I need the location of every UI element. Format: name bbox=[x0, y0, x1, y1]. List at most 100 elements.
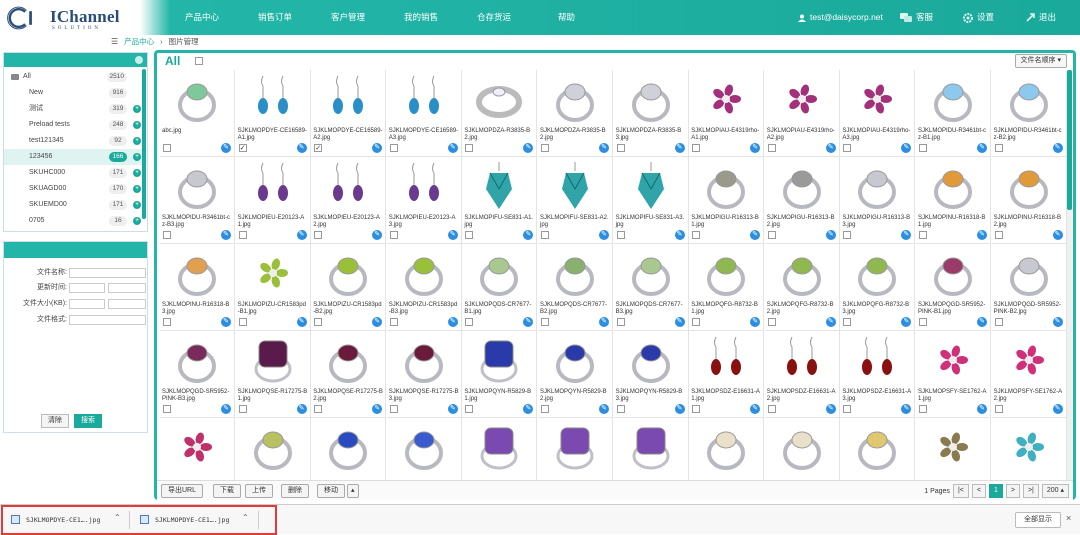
image-checkbox[interactable] bbox=[465, 144, 474, 152]
image-checkbox[interactable] bbox=[238, 318, 247, 326]
image-tile[interactable] bbox=[235, 418, 311, 480]
image-checkbox[interactable] bbox=[616, 231, 625, 239]
image-tile[interactable]: abc.jpg ✎ bbox=[160, 70, 235, 157]
image-checkbox[interactable] bbox=[465, 405, 474, 413]
move-button[interactable]: 移动 bbox=[317, 484, 345, 498]
clear-button[interactable]: 清除 bbox=[41, 414, 69, 428]
image-checkbox[interactable] bbox=[541, 405, 549, 413]
image-checkbox[interactable] bbox=[238, 231, 247, 239]
image-checkbox[interactable] bbox=[919, 318, 927, 326]
edit-icon[interactable]: ✎ bbox=[296, 404, 307, 414]
add-subfolder-icon[interactable]: + bbox=[133, 121, 141, 129]
image-tile[interactable]: SJKLMOPIDU-R3461bt-cz-B2.jpg ✎ bbox=[991, 70, 1067, 157]
edit-icon[interactable]: ✎ bbox=[1052, 143, 1063, 153]
edit-icon[interactable]: ✎ bbox=[977, 143, 987, 153]
update-time-to-input[interactable] bbox=[108, 283, 146, 293]
edit-icon[interactable]: ✎ bbox=[372, 404, 383, 414]
logout-button[interactable]: 退出 bbox=[1026, 0, 1056, 35]
edit-icon[interactable]: ✎ bbox=[296, 230, 307, 240]
download-item[interactable]: SJKLMOPDYE-CE1….jpg bbox=[26, 512, 100, 528]
image-tile[interactable]: SJKLMOPSFY-SE1762-A1.jpg ✎ bbox=[916, 331, 991, 418]
image-tile[interactable]: SJKLMOPQDS-CR7677-B1.jpg ✎ bbox=[462, 244, 538, 331]
image-tile[interactable] bbox=[538, 418, 613, 480]
image-checkbox[interactable] bbox=[541, 318, 549, 326]
edit-icon[interactable]: ✎ bbox=[825, 404, 836, 414]
export-url-button[interactable]: 导出URL bbox=[161, 484, 204, 498]
image-tile[interactable] bbox=[160, 418, 235, 480]
image-tile[interactable]: SJKLMOPDYE-CE16589-A2.jpg ✓ ✎ bbox=[311, 70, 387, 157]
chevron-up-icon[interactable]: ⌃ bbox=[242, 513, 249, 522]
image-tile[interactable]: SJKLMOPQFG-R8732-B1.jpg ✎ bbox=[689, 244, 765, 331]
image-checkbox[interactable] bbox=[314, 231, 323, 239]
edit-icon[interactable]: ✎ bbox=[523, 317, 534, 327]
edit-icon[interactable]: ✎ bbox=[372, 317, 383, 327]
image-tile[interactable]: SJKLMOPQYN-R5829-B2.jpg ✎ bbox=[538, 331, 613, 418]
update-time-from-input[interactable] bbox=[69, 283, 105, 293]
image-checkbox[interactable] bbox=[994, 144, 1003, 152]
image-tile[interactable] bbox=[462, 418, 538, 480]
add-subfolder-icon[interactable]: + bbox=[133, 185, 141, 193]
image-checkbox[interactable] bbox=[616, 405, 625, 413]
edit-icon[interactable]: ✎ bbox=[750, 230, 761, 240]
delete-button[interactable]: 删除 bbox=[281, 484, 309, 498]
folder-item[interactable]: All 2510 bbox=[4, 69, 147, 85]
image-checkbox[interactable] bbox=[616, 144, 625, 152]
image-tile[interactable] bbox=[991, 418, 1067, 480]
current-page-button[interactable]: 1 bbox=[988, 484, 1003, 498]
image-tile[interactable]: SJKLMOPIDU-R3461bt-cz-B3.jpg ✎ bbox=[160, 157, 235, 244]
sort-dropdown[interactable]: 文件名顺序 ▾ bbox=[1014, 54, 1067, 68]
image-tile[interactable]: SJKLMOPIFU-SE831-A1.jpg ✎ bbox=[462, 157, 538, 244]
image-tile[interactable]: SJKLMOPSFY-SE1762-A2.jpg ✎ bbox=[991, 331, 1067, 418]
image-checkbox[interactable] bbox=[919, 405, 927, 413]
service-button[interactable]: 客服 bbox=[900, 0, 933, 35]
add-subfolder-icon[interactable]: + bbox=[133, 169, 141, 177]
edit-icon[interactable]: ✎ bbox=[221, 230, 231, 240]
edit-icon[interactable]: ✎ bbox=[825, 230, 836, 240]
image-tile[interactable] bbox=[386, 418, 462, 480]
image-tile[interactable]: SJKLMOPIEU-E20123-A3.jpg ✎ bbox=[386, 157, 462, 244]
move-menu-toggle[interactable]: ▴ bbox=[347, 484, 359, 498]
image-checkbox[interactable] bbox=[465, 231, 474, 239]
image-tile[interactable]: SJKLMOPQYN-R5829-B3.jpg ✎ bbox=[613, 331, 689, 418]
image-tile[interactable]: SJKLMOPIGU-R16313-B2.jpg ✎ bbox=[764, 157, 840, 244]
edit-icon[interactable]: ✎ bbox=[674, 230, 685, 240]
edit-icon[interactable]: ✎ bbox=[674, 143, 685, 153]
image-checkbox[interactable] bbox=[767, 144, 776, 152]
logo[interactable]: IChannel SOLUTION bbox=[6, 3, 126, 33]
image-tile[interactable]: SJKLMOPIZU-CR1583pd-B1.jpg ✎ bbox=[235, 244, 311, 331]
image-tile[interactable]: SJKLMOPQGD-SR5952-PINK-B2.jpg ✎ bbox=[991, 244, 1067, 331]
image-tile[interactable] bbox=[840, 418, 916, 480]
nav-item[interactable]: 客户管理 bbox=[331, 0, 365, 35]
search-button[interactable]: 搜索 bbox=[74, 414, 102, 428]
image-checkbox[interactable] bbox=[843, 231, 852, 239]
image-tile[interactable]: SJKLMOPQFG-R8732-B3.jpg ✎ bbox=[840, 244, 916, 331]
edit-icon[interactable]: ✎ bbox=[296, 317, 307, 327]
add-subfolder-icon[interactable]: + bbox=[133, 201, 141, 209]
image-tile[interactable]: SJKLMOPIZU-CR1583pd-B3.jpg ✎ bbox=[386, 244, 462, 331]
show-all-downloads-button[interactable]: 全部显示 bbox=[1015, 512, 1061, 528]
image-tile[interactable]: SJKLMOPQSE-R17275-B2.jpg ✎ bbox=[311, 331, 387, 418]
edit-icon[interactable]: ✎ bbox=[901, 230, 912, 240]
image-tile[interactable]: SJKLMOPQSE-R17275-B1.jpg ✎ bbox=[235, 331, 311, 418]
file-size-min-input[interactable] bbox=[69, 299, 105, 309]
edit-icon[interactable]: ✎ bbox=[977, 317, 987, 327]
edit-icon[interactable]: ✎ bbox=[372, 230, 383, 240]
nav-item[interactable]: 我的销售 bbox=[404, 0, 438, 35]
image-tile[interactable] bbox=[916, 418, 991, 480]
image-checkbox[interactable] bbox=[767, 231, 776, 239]
image-tile[interactable]: SJKLMOPSDZ-E16631-A1.jpg ✎ bbox=[689, 331, 765, 418]
add-subfolder-icon[interactable]: + bbox=[133, 153, 141, 161]
image-tile[interactable]: SJKLMOPIAU-E4319rho-A3.jpg ✎ bbox=[840, 70, 916, 157]
image-checkbox[interactable] bbox=[616, 318, 625, 326]
folder-tree-scrollbar[interactable] bbox=[142, 69, 146, 219]
folder-item[interactable]: test121345 92 + bbox=[4, 133, 147, 149]
image-tile[interactable]: SJKLMOPIZU-CR1583pd-B2.jpg ✎ bbox=[311, 244, 387, 331]
edit-icon[interactable]: ✎ bbox=[977, 404, 987, 414]
prev-page-button[interactable]: < bbox=[971, 484, 986, 498]
image-tile[interactable]: SJKLMOPDYE-CE16589-A3.jpg ✎ bbox=[386, 70, 462, 157]
image-checkbox[interactable] bbox=[163, 405, 171, 413]
image-checkbox[interactable] bbox=[994, 231, 1003, 239]
image-tile[interactable]: SJKLMOPDZA-R3835-B2.jpg ✎ bbox=[462, 70, 538, 157]
nav-item[interactable]: 帮助 bbox=[558, 0, 575, 35]
image-checkbox[interactable] bbox=[843, 405, 852, 413]
